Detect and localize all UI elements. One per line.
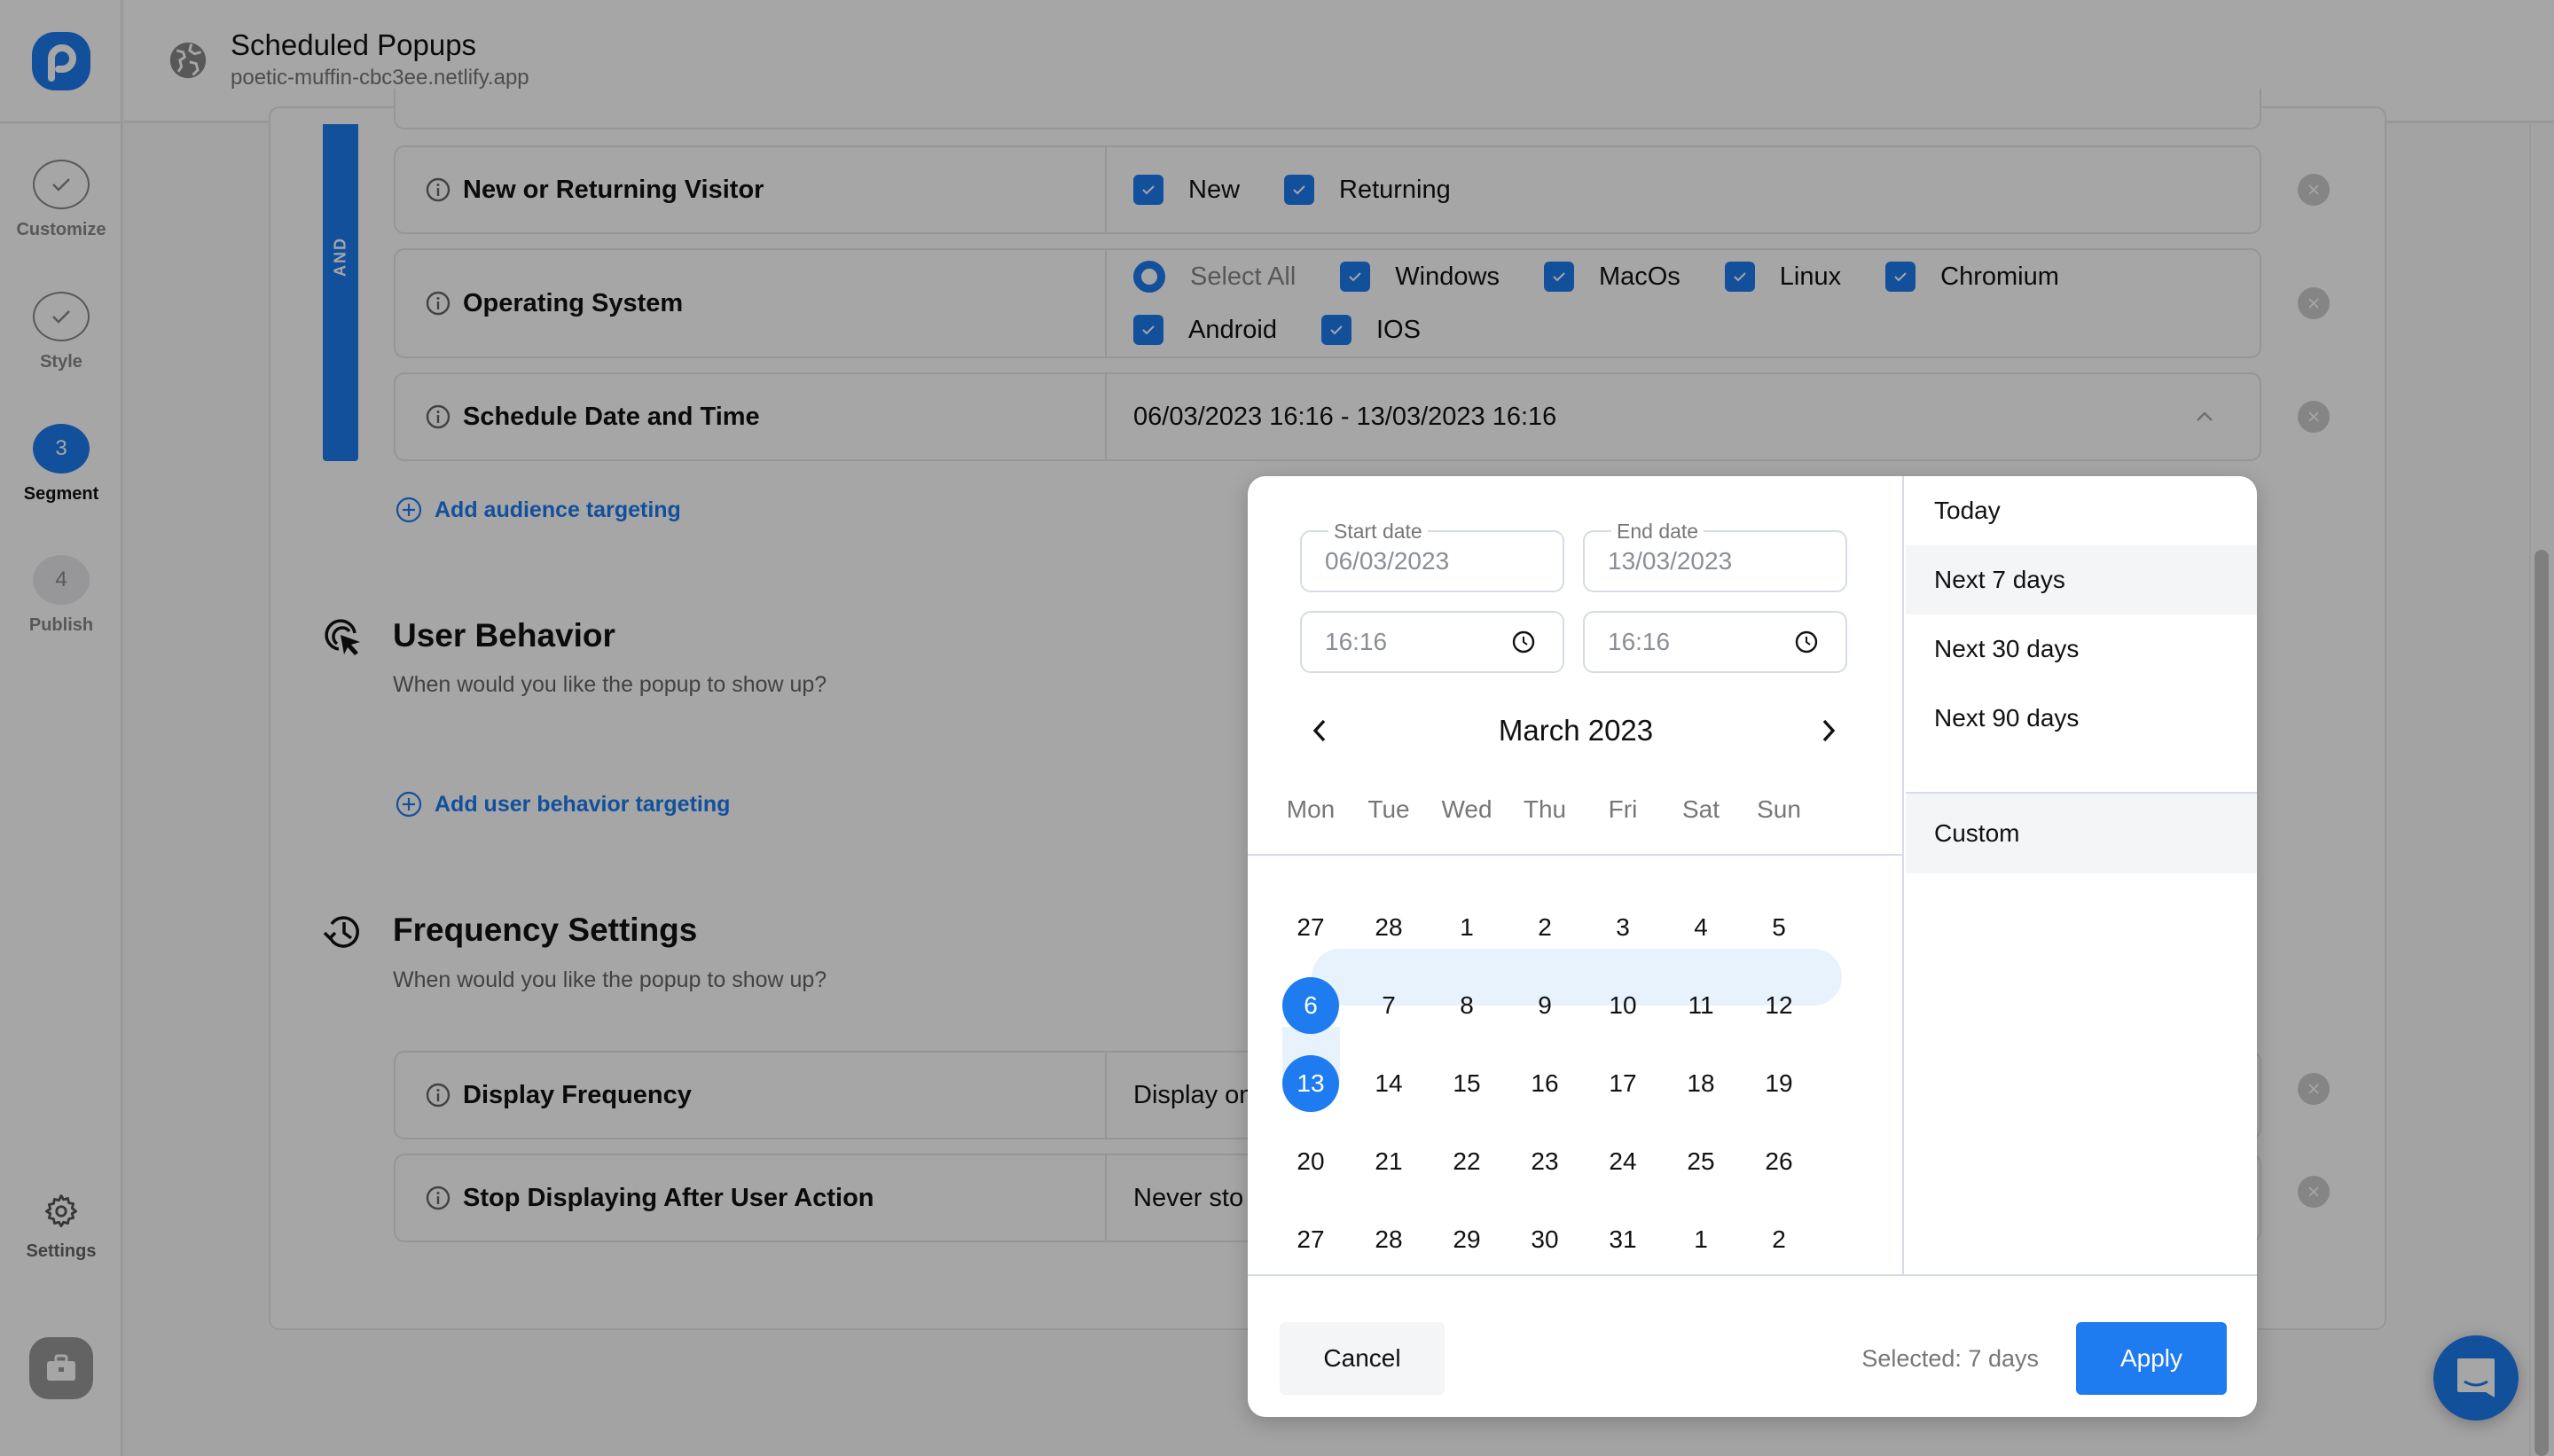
preset-list: Today Next 7 days Next 30 days Next 90 days…	[1906, 476, 2257, 1274]
calendar-day[interactable]: 9	[1516, 977, 1573, 1034]
apply-button[interactable]: Apply	[2076, 1322, 2227, 1395]
clock-icon[interactable]	[1794, 630, 1819, 654]
calendar-day[interactable]: 10	[1594, 977, 1651, 1034]
calendar-day[interactable]: 25	[1673, 1133, 1729, 1190]
calendar-day[interactable]: 4	[1673, 899, 1729, 956]
calendar-day[interactable]: 16	[1516, 1055, 1573, 1112]
calendar-day[interactable]: 28	[1360, 899, 1417, 956]
preset-custom[interactable]: Custom	[1906, 794, 2257, 873]
end-time-value: 16:16	[1608, 628, 1671, 655]
start-time-field[interactable]: 16:16	[1300, 611, 1564, 673]
weekday-label: Sun	[1757, 795, 1801, 823]
calendar-day[interactable]: 23	[1516, 1133, 1573, 1190]
selected-duration: Selected: 7 days	[1861, 1344, 2039, 1372]
calendar-day[interactable]: 26	[1751, 1133, 1807, 1190]
calendar-day[interactable]: 30	[1516, 1211, 1573, 1268]
calendar-day[interactable]: 28	[1360, 1211, 1417, 1268]
calendar-day[interactable]: 24	[1594, 1133, 1651, 1190]
start-time-value: 16:16	[1325, 628, 1388, 655]
preset-option[interactable]: Next 90 days	[1906, 684, 2257, 753]
weekday-label: Tue	[1367, 795, 1410, 823]
weekday-divider	[1248, 854, 1904, 856]
preset-option[interactable]: Next 7 days	[1906, 545, 2257, 614]
calendar-day[interactable]: 14	[1360, 1055, 1417, 1112]
calendar-day[interactable]: 27	[1282, 899, 1339, 956]
start-date-value: 06/03/2023	[1325, 547, 1450, 575]
calendar-day[interactable]: 22	[1438, 1133, 1495, 1190]
weekday-label: Sat	[1681, 795, 1720, 823]
calendar-day[interactable]: 12	[1751, 977, 1807, 1034]
end-date-value: 13/03/2023	[1608, 547, 1733, 575]
month-title: March 2023	[1498, 714, 1654, 747]
calendar-day[interactable]: 2	[1751, 1211, 1807, 1268]
picker-footer: Cancel Selected: 7 days Apply	[1248, 1274, 2257, 1417]
preset-option[interactable]: Next 30 days	[1906, 614, 2257, 684]
calendar-day[interactable]: 18	[1673, 1055, 1729, 1112]
calendar-day[interactable]: 6	[1282, 977, 1339, 1034]
weekday-label: Fri	[1608, 795, 1638, 823]
calendar-day[interactable]: 2	[1516, 899, 1573, 956]
calendar-day[interactable]: 11	[1673, 977, 1729, 1034]
calendar-day[interactable]: 3	[1594, 899, 1651, 956]
calendar-day[interactable]: 19	[1751, 1055, 1807, 1112]
calendar-day[interactable]: 7	[1360, 977, 1417, 1034]
weekday-label: Mon	[1286, 795, 1336, 823]
date-range-picker: Start date 06/03/2023 End date 13/03/202…	[1248, 476, 2257, 1417]
calendar-day[interactable]: 13	[1282, 1055, 1339, 1112]
calendar-day[interactable]: 21	[1360, 1133, 1417, 1190]
end-date-field[interactable]: End date 13/03/2023	[1583, 520, 1847, 592]
calendar-day[interactable]: 8	[1438, 977, 1495, 1034]
calendar-day[interactable]: 1	[1438, 899, 1495, 956]
calendar-day[interactable]: 1	[1673, 1211, 1729, 1268]
weekday-label: Thu	[1523, 795, 1567, 823]
start-date-field[interactable]: Start date 06/03/2023	[1300, 520, 1564, 592]
calendar-day[interactable]: 15	[1438, 1055, 1495, 1112]
calendar-day[interactable]: 29	[1438, 1211, 1495, 1268]
preset-option[interactable]: Today	[1906, 476, 2257, 545]
clock-icon[interactable]	[1511, 630, 1536, 654]
cancel-button[interactable]: Cancel	[1280, 1322, 1445, 1395]
calendar-pane: Start date 06/03/2023 End date 13/03/202…	[1248, 476, 1904, 1274]
end-time-field[interactable]: 16:16	[1583, 611, 1847, 673]
calendar-day[interactable]: 17	[1594, 1055, 1651, 1112]
calendar-day[interactable]: 31	[1594, 1211, 1651, 1268]
next-month-button[interactable]	[1815, 716, 1842, 746]
calendar-day[interactable]: 27	[1282, 1211, 1339, 1268]
calendar-day[interactable]: 20	[1282, 1133, 1339, 1190]
calendar-day[interactable]: 5	[1751, 899, 1807, 956]
weekday-label: Wed	[1441, 795, 1492, 823]
